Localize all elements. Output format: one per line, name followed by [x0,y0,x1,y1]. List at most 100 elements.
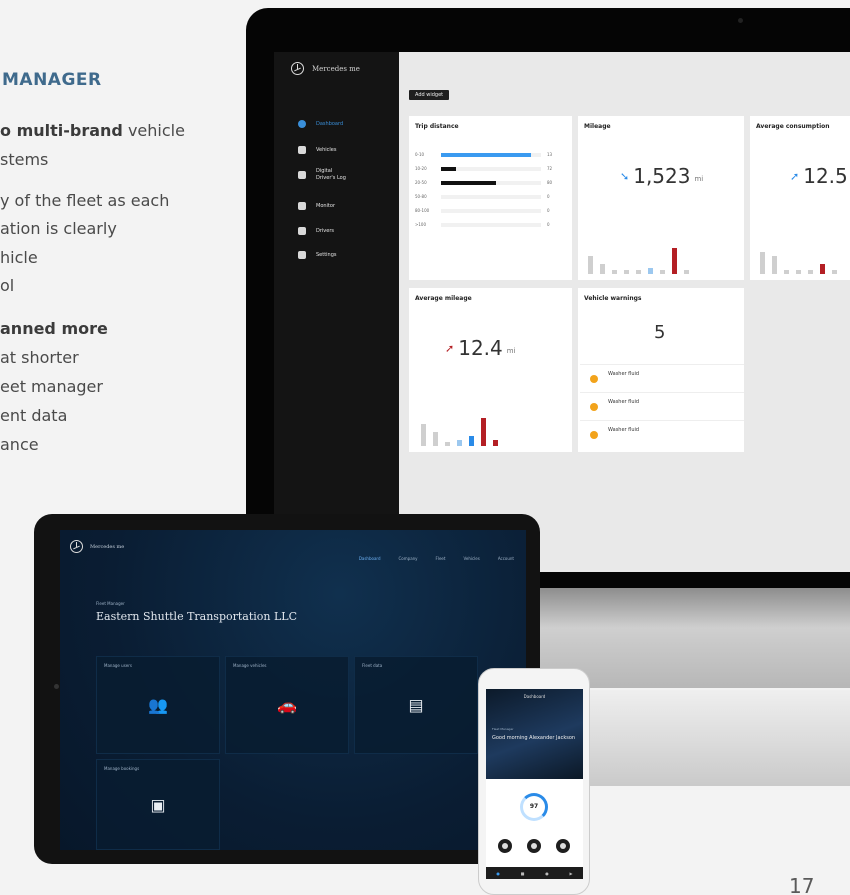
desktop-monitor: Mercedes me Dashboard Vehicles Digital D… [246,8,850,588]
vehicles-icon [298,146,306,154]
sidebar-item-label: Settings [316,251,337,258]
row-bar [441,166,456,171]
tablet-device: Mercedes me Dashboard Company Fleet Vehi… [34,514,540,864]
page-number: 17 [789,874,815,895]
warning-icon [590,403,598,411]
tab-fleet[interactable]: Fleet [436,556,446,561]
trip-distance-row: 50-80 0 [415,194,550,199]
card-title: Vehicle warnings [584,295,642,302]
home-tab-icon[interactable]: ● [496,871,500,876]
mileage-unit: mi [694,175,704,183]
avg-consumption-card[interactable]: Average consumption ➚ 12.5 [750,116,850,280]
row-value: 0 [547,222,550,227]
tablet-home-button[interactable] [54,684,59,689]
sidebar-item-drivers-log[interactable]: Digital Driver's Log [298,168,350,182]
add-widget-button[interactable]: Add widget [409,90,450,100]
brochure-line: o multi-brand vehicle [0,121,185,140]
row-label: 80-100 [415,208,430,213]
sidebar-item-monitor[interactable]: Monitor [298,202,335,210]
phone-title: Dashboard [523,694,546,699]
tile-label: Fleet data [362,663,383,668]
trip-distance-row: 80-100 0 [415,208,550,213]
warning-icon [590,375,598,383]
mileage-number: 1,523 [633,164,691,188]
trip-distance-row: 20-50 80 [415,180,552,185]
tile-manage-bookings[interactable]: Manage bookings ▣ [96,759,220,850]
desktop-screen: Mercedes me Dashboard Vehicles Digital D… [274,52,850,572]
fleet-button[interactable] [527,839,541,853]
brochure-line: ol [0,276,15,295]
row-value: 80 [547,180,553,185]
trip-distance-row: 0-10 13 [415,152,552,157]
row-value: 0 [547,194,550,199]
warning-item[interactable]: Washer fluid [580,364,744,392]
row-label: 20-50 [415,180,427,185]
avg-mileage-card[interactable]: Average mileage ➚ 12.4 mi [409,288,572,452]
tile-manage-vehicles[interactable]: Manage vehicles 🚗 [225,656,349,754]
row-bar [441,180,496,185]
row-value: 13 [547,152,553,157]
card-title: Average consumption [756,123,830,130]
brand-name: Mercedes me [90,543,125,550]
car-icon: 🚗 [277,695,297,715]
sidebar-item-label: Vehicles [316,146,337,153]
sidebar-item-vehicles[interactable]: Vehicles [298,146,337,154]
warning-item[interactable]: Washer fluid [580,420,744,448]
tab-dashboard[interactable]: Dashboard [359,556,381,561]
brand-name: Mercedes me [312,64,360,73]
gear-icon [298,251,306,259]
consumption-value: ➚ 12.5 [790,164,848,188]
avg-mileage-unit: mi [506,347,516,355]
sidebar-item-label: Digital Driver's Log [316,168,346,181]
sidebar-item-label: Dashboard [316,120,344,127]
warning-icon [590,431,598,439]
row-value: 72 [547,166,553,171]
vehicle-warnings-card[interactable]: Vehicle warnings 5 Washer fluid Washer f… [578,288,744,452]
warning-button[interactable] [556,839,570,853]
drivers-icon [298,227,306,235]
sidebar-item-label: Monitor [316,202,336,209]
tile-fleet-data[interactable]: Fleet data ▤ [354,656,478,754]
sidebar-item-dashboard[interactable]: Dashboard [298,120,343,128]
tile-manage-users[interactable]: Manage users 👥 [96,656,220,754]
trip-distance-card[interactable]: Trip distance 0-10 13 10-20 72 20-50 80 50-80 0… [409,116,572,280]
dashboard-icon [298,120,306,128]
card-title: Trip distance [415,123,459,130]
sidebar: Mercedes me Dashboard Vehicles Digital D… [274,52,399,572]
dashboard-content: Add widget Trip distance 0-10 13 10-20 72 20… [399,52,850,572]
row-bar [441,152,531,157]
sidebar-item-settings[interactable]: Settings [298,251,337,259]
phone-tabbar: ● ■ ● ▶ [486,867,583,879]
trip-distance-row: >100 0 [415,222,550,227]
company-title: Eastern Shuttle Transportation LLC [96,610,298,623]
brochure-line: stems [0,150,49,169]
tablet-screen: Mercedes me Dashboard Company Fleet Vehi… [60,530,526,850]
tab-company[interactable]: Company [399,556,418,561]
card-title: Mileage [584,123,611,130]
brochure-line: y of the fleet as each [0,191,170,210]
tab-account[interactable]: Account [498,556,514,561]
mercedes-star-icon [291,62,304,75]
warning-item[interactable]: Washer fluid [580,392,744,420]
brochure-text-span: vehicle [122,121,185,140]
monitor-icon [298,202,306,210]
tile-label: Manage bookings [104,766,140,771]
sidebar-item-drivers[interactable]: Drivers [298,227,334,235]
play-tab-icon[interactable]: ▶ [570,871,573,876]
section-heading: MANAGER [2,70,102,90]
mileage-card[interactable]: Mileage ➘ 1,523 mi [578,116,744,280]
mileage-bars [588,248,689,274]
car-button[interactable] [498,839,512,853]
phone-greeting: Good morning Alexander Jackson [492,735,576,741]
tab-vehicles[interactable]: Vehicles [463,556,479,561]
row-track [441,152,541,157]
brochure-text: MANAGER o multi-brand vehicle stems y of… [0,0,230,480]
booking-icon: ▣ [150,795,166,814]
avg-mileage-value: ➚ 12.4 mi [445,336,516,360]
car-tab-icon[interactable]: ■ [521,871,525,876]
row-label: 0-10 [415,152,425,157]
user-tab-icon[interactable]: ● [545,871,549,876]
brand-logo: Mercedes me [70,540,124,553]
fuel-gauge: 97 [520,793,548,821]
warning-title: Washer fluid [608,371,640,377]
